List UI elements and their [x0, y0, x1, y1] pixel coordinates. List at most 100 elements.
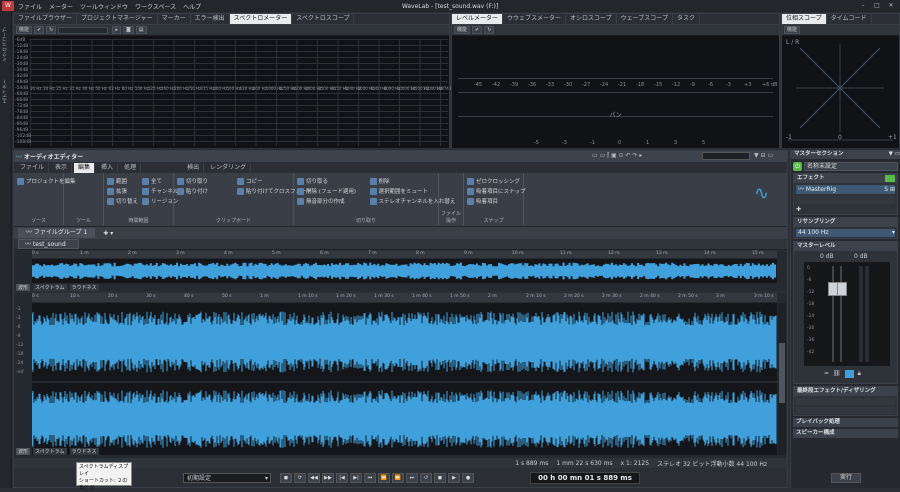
ribbon-button[interactable]: チャンネル: [142, 187, 178, 195]
transport-button-icon[interactable]: ▶▶: [322, 473, 334, 483]
left-rail-tab-editor[interactable]: エディター: [1, 70, 11, 104]
ribbon-button[interactable]: 削除 (フェード適用): [297, 187, 356, 195]
tab[interactable]: ウウェブスメーター: [503, 14, 567, 24]
tab[interactable]: タスク: [673, 14, 700, 24]
effect-slot-empty[interactable]: [796, 196, 895, 204]
ribbon-button[interactable]: 貼り付け: [177, 187, 208, 195]
preset-dropdown[interactable]: 初期設定 ▾: [183, 473, 271, 483]
check-icon[interactable]: ✔: [472, 26, 483, 34]
transport-button-icon[interactable]: ▶: [448, 473, 460, 483]
ribbon-tab[interactable]: 挿入: [97, 163, 119, 173]
view-tab[interactable]: ラウドネス: [69, 448, 99, 455]
check-icon[interactable]: ✔: [34, 26, 45, 34]
refresh-icon[interactable]: ↻: [484, 26, 495, 34]
view-tab[interactable]: 波形: [16, 284, 31, 291]
arrow-icon[interactable]: ▸: [112, 26, 121, 34]
speaker-header[interactable]: スピーカー構成: [793, 429, 898, 438]
ribbon-tab[interactable]: レンダリング: [206, 163, 252, 173]
tab[interactable]: スペクトロメーター: [229, 14, 293, 24]
status-format[interactable]: ステレオ 32 ビット浮動小数 44 100 Hz: [657, 459, 767, 468]
editor-dropdown[interactable]: [702, 152, 750, 160]
file-tab[interactable]: 〰 test_sound: [18, 239, 79, 249]
speaker-icon[interactable]: [844, 370, 854, 378]
ribbon-button[interactable]: リージョン: [142, 197, 178, 205]
camera-icon[interactable]: ◙: [122, 26, 134, 34]
view-tab[interactable]: 波形: [16, 448, 31, 455]
ribbon-button[interactable]: 範囲: [107, 177, 127, 185]
status-duration[interactable]: 1 s 889 ms: [515, 460, 548, 467]
slot-icons[interactable]: S ⊞: [884, 185, 895, 194]
ribbon-tab[interactable]: 処理: [120, 163, 142, 173]
menu-item[interactable]: ファイル: [18, 4, 42, 11]
effects-toggle[interactable]: [885, 175, 895, 182]
status-ratio[interactable]: x 1: 2125: [621, 460, 649, 467]
transport-button-icon[interactable]: ◼: [434, 473, 446, 483]
vertical-scrollbar[interactable]: [778, 303, 786, 455]
ribbon-tab[interactable]: ファイル: [16, 163, 50, 173]
functions-button[interactable]: 機能: [454, 26, 471, 34]
preset-name[interactable]: 名称未設定: [804, 161, 898, 171]
transport-button-icon[interactable]: ◼: [280, 473, 292, 483]
transport-button-icon[interactable]: ⏮: [364, 473, 376, 483]
tab[interactable]: レベルメーター: [452, 14, 504, 24]
ribbon-button[interactable]: 選択範囲をミュート: [369, 187, 428, 195]
add-group-button[interactable]: ✚ ▾: [103, 230, 113, 237]
equal-icon[interactable]: =: [824, 370, 829, 378]
run-button[interactable]: 実行: [831, 473, 861, 483]
menu-item[interactable]: ワークスペース: [135, 4, 176, 11]
final-slot-2[interactable]: [796, 407, 895, 414]
maximize-button[interactable]: □: [870, 0, 884, 12]
left-rail-tab-microscope[interactable]: ミクロスコープ: [1, 26, 11, 62]
export-icon[interactable]: ▤: [135, 26, 147, 34]
view-tab[interactable]: スペクトラム: [33, 284, 67, 291]
ribbon-button[interactable]: 吸着項目にスナップ: [467, 187, 526, 195]
ribbon-button[interactable]: ゼロクロッシング: [467, 177, 520, 185]
tab[interactable]: ファイルブラウザー: [14, 14, 78, 24]
resample-dropdown[interactable]: 44 100 Hz ▾: [796, 229, 895, 237]
ribbon-button[interactable]: 全て: [142, 177, 162, 185]
final-slot-1[interactable]: [796, 398, 895, 405]
tab[interactable]: プロジェクトマネージャー: [77, 14, 158, 24]
transport-button-icon[interactable]: ⏭: [406, 473, 418, 483]
transport-button-icon[interactable]: ⏩: [392, 473, 404, 483]
editor-tools-icons[interactable]: ▭ ▭ ⫿ ▣ ⊙ ↶ ↷ ▸: [592, 152, 642, 160]
effect-slot[interactable]: 〰 MasterRig S ⊞: [796, 185, 895, 194]
minimize-button[interactable]: –: [856, 0, 870, 12]
status-zoom[interactable]: 1 mm 22 s 630 ms: [556, 460, 612, 467]
menu-item[interactable]: メーター: [49, 4, 73, 11]
playback-header[interactable]: プレイバック処理: [793, 418, 898, 427]
transport-button-icon[interactable]: ●: [462, 473, 474, 483]
link-icon[interactable]: ⛓: [833, 370, 841, 378]
menu-item[interactable]: ヘルプ: [183, 4, 201, 11]
refresh-icon[interactable]: ↻: [46, 26, 57, 34]
ribbon-button[interactable]: 拡張: [107, 187, 127, 195]
view-tab[interactable]: ラウドネス: [69, 284, 99, 291]
file-group-tab[interactable]: 〰 ファイルグループ 1: [18, 228, 96, 238]
view-tab[interactable]: スペクトラム: [33, 448, 67, 455]
lock-icon[interactable]: 🔒︎: [858, 370, 861, 378]
fader-right[interactable]: [837, 282, 847, 296]
time-display[interactable]: 00 h 00 mn 01 s 889 ms: [530, 472, 640, 484]
tab[interactable]: ウェーブスコープ: [617, 14, 673, 24]
tab[interactable]: オシロスコープ: [566, 14, 617, 24]
tab[interactable]: スペクトロスコープ: [292, 14, 355, 24]
functions-button[interactable]: 機能: [16, 26, 33, 34]
power-icon[interactable]: ⏻: [793, 161, 802, 171]
master-window-icons[interactable]: ▼ ▭: [889, 150, 900, 159]
ribbon-button[interactable]: 切り取り: [177, 177, 208, 185]
transport-button-icon[interactable]: ▶|: [350, 473, 362, 483]
ribbon-tab[interactable]: 表示: [51, 163, 73, 173]
ribbon-button[interactable]: 切り替え: [107, 197, 138, 205]
tab[interactable]: 位相スコープ: [782, 14, 827, 24]
menu-item[interactable]: ツールウィンドウ: [80, 4, 128, 11]
ribbon-tab[interactable]: 編集: [74, 163, 96, 173]
transport-button-icon[interactable]: ◀◀: [308, 473, 320, 483]
close-button[interactable]: ✕: [884, 0, 898, 12]
add-effect-button[interactable]: ✚: [796, 206, 895, 213]
ribbon-button[interactable]: 削除: [369, 177, 390, 185]
ribbon-button[interactable]: コピー: [237, 177, 263, 185]
ribbon-button[interactable]: 切り取る: [297, 177, 328, 185]
transport-button-icon[interactable]: ⏪: [378, 473, 390, 483]
tab[interactable]: タイムコード: [827, 14, 872, 24]
tab[interactable]: エラー検出: [191, 14, 230, 24]
